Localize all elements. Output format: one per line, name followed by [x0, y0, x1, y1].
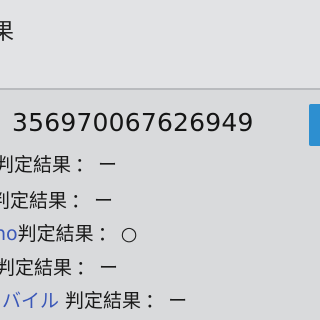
separator: ：	[145, 290, 165, 312]
carrier-name: no	[0, 223, 18, 245]
result-label: 判定結果	[0, 154, 72, 176]
result-row-5: バイル 判定結果：ー	[2, 286, 187, 313]
result-label: 判定結果	[0, 257, 73, 279]
result-label: 判定結果	[17, 223, 94, 245]
page-title: 果	[0, 20, 15, 45]
separator: ：	[97, 223, 117, 245]
carrier-name: バイル	[2, 290, 60, 312]
result-label: 判定結果	[0, 190, 68, 212]
result-value: ○	[120, 223, 138, 245]
result-row-4: 判定結果：ー	[0, 253, 118, 280]
result-label: 判定結果	[59, 290, 142, 312]
result-value: ー	[94, 190, 114, 212]
result-row-1: 判定結果：ー	[0, 150, 117, 177]
separator: ：	[71, 190, 91, 212]
separator: ：	[75, 154, 95, 176]
separator: ：	[76, 257, 96, 279]
result-value: ー	[168, 290, 188, 312]
header-area: 果	[0, 0, 320, 88]
result-row-2: 判定結果：ー	[0, 186, 113, 213]
result-row-3: no判定結果： ○	[0, 219, 137, 246]
copy-button[interactable]	[309, 104, 320, 146]
result-value: ー	[99, 257, 119, 279]
imei-number: 356970067626949	[12, 108, 254, 137]
result-value: ー	[98, 154, 118, 176]
